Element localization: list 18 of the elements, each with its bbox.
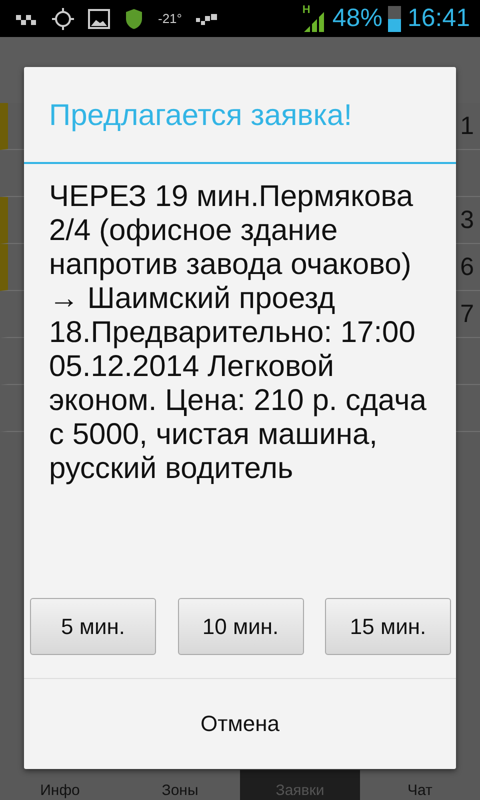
clock-time: 16:41 [407, 4, 470, 33]
dialog-message: ЧЕРЕЗ 19 мин.Пермякова 2/4 (офисное здание напротив завода очаково) → Шаимский проезд 18.Предварительно: 17:00 05.12.2014 Легковой эконом. Цена: 210 р. сдача с 5000, чистая машина, русский водитель [48, 179, 428, 487]
temperature-text: -21° [158, 11, 182, 26]
dialog-title: Предлагается заявка! [24, 67, 456, 164]
row-count: 6 [460, 252, 474, 282]
cancel-button[interactable]: Отмена [24, 679, 456, 769]
battery-icon [388, 6, 402, 32]
row-count: 3 [460, 206, 474, 234]
crosshair-icon [52, 8, 74, 30]
image-icon [88, 8, 110, 28]
row-count: 1 [460, 112, 474, 140]
row-count: 7 [460, 300, 474, 328]
time-button[interactable]: 10 мин. [178, 598, 304, 655]
shield-icon [124, 8, 144, 30]
battery-percent: 48% [332, 4, 382, 33]
time-button[interactable]: 15 мин. [325, 598, 451, 655]
time-button[interactable]: 5 мин. [30, 598, 156, 655]
checker-icon [196, 12, 218, 26]
